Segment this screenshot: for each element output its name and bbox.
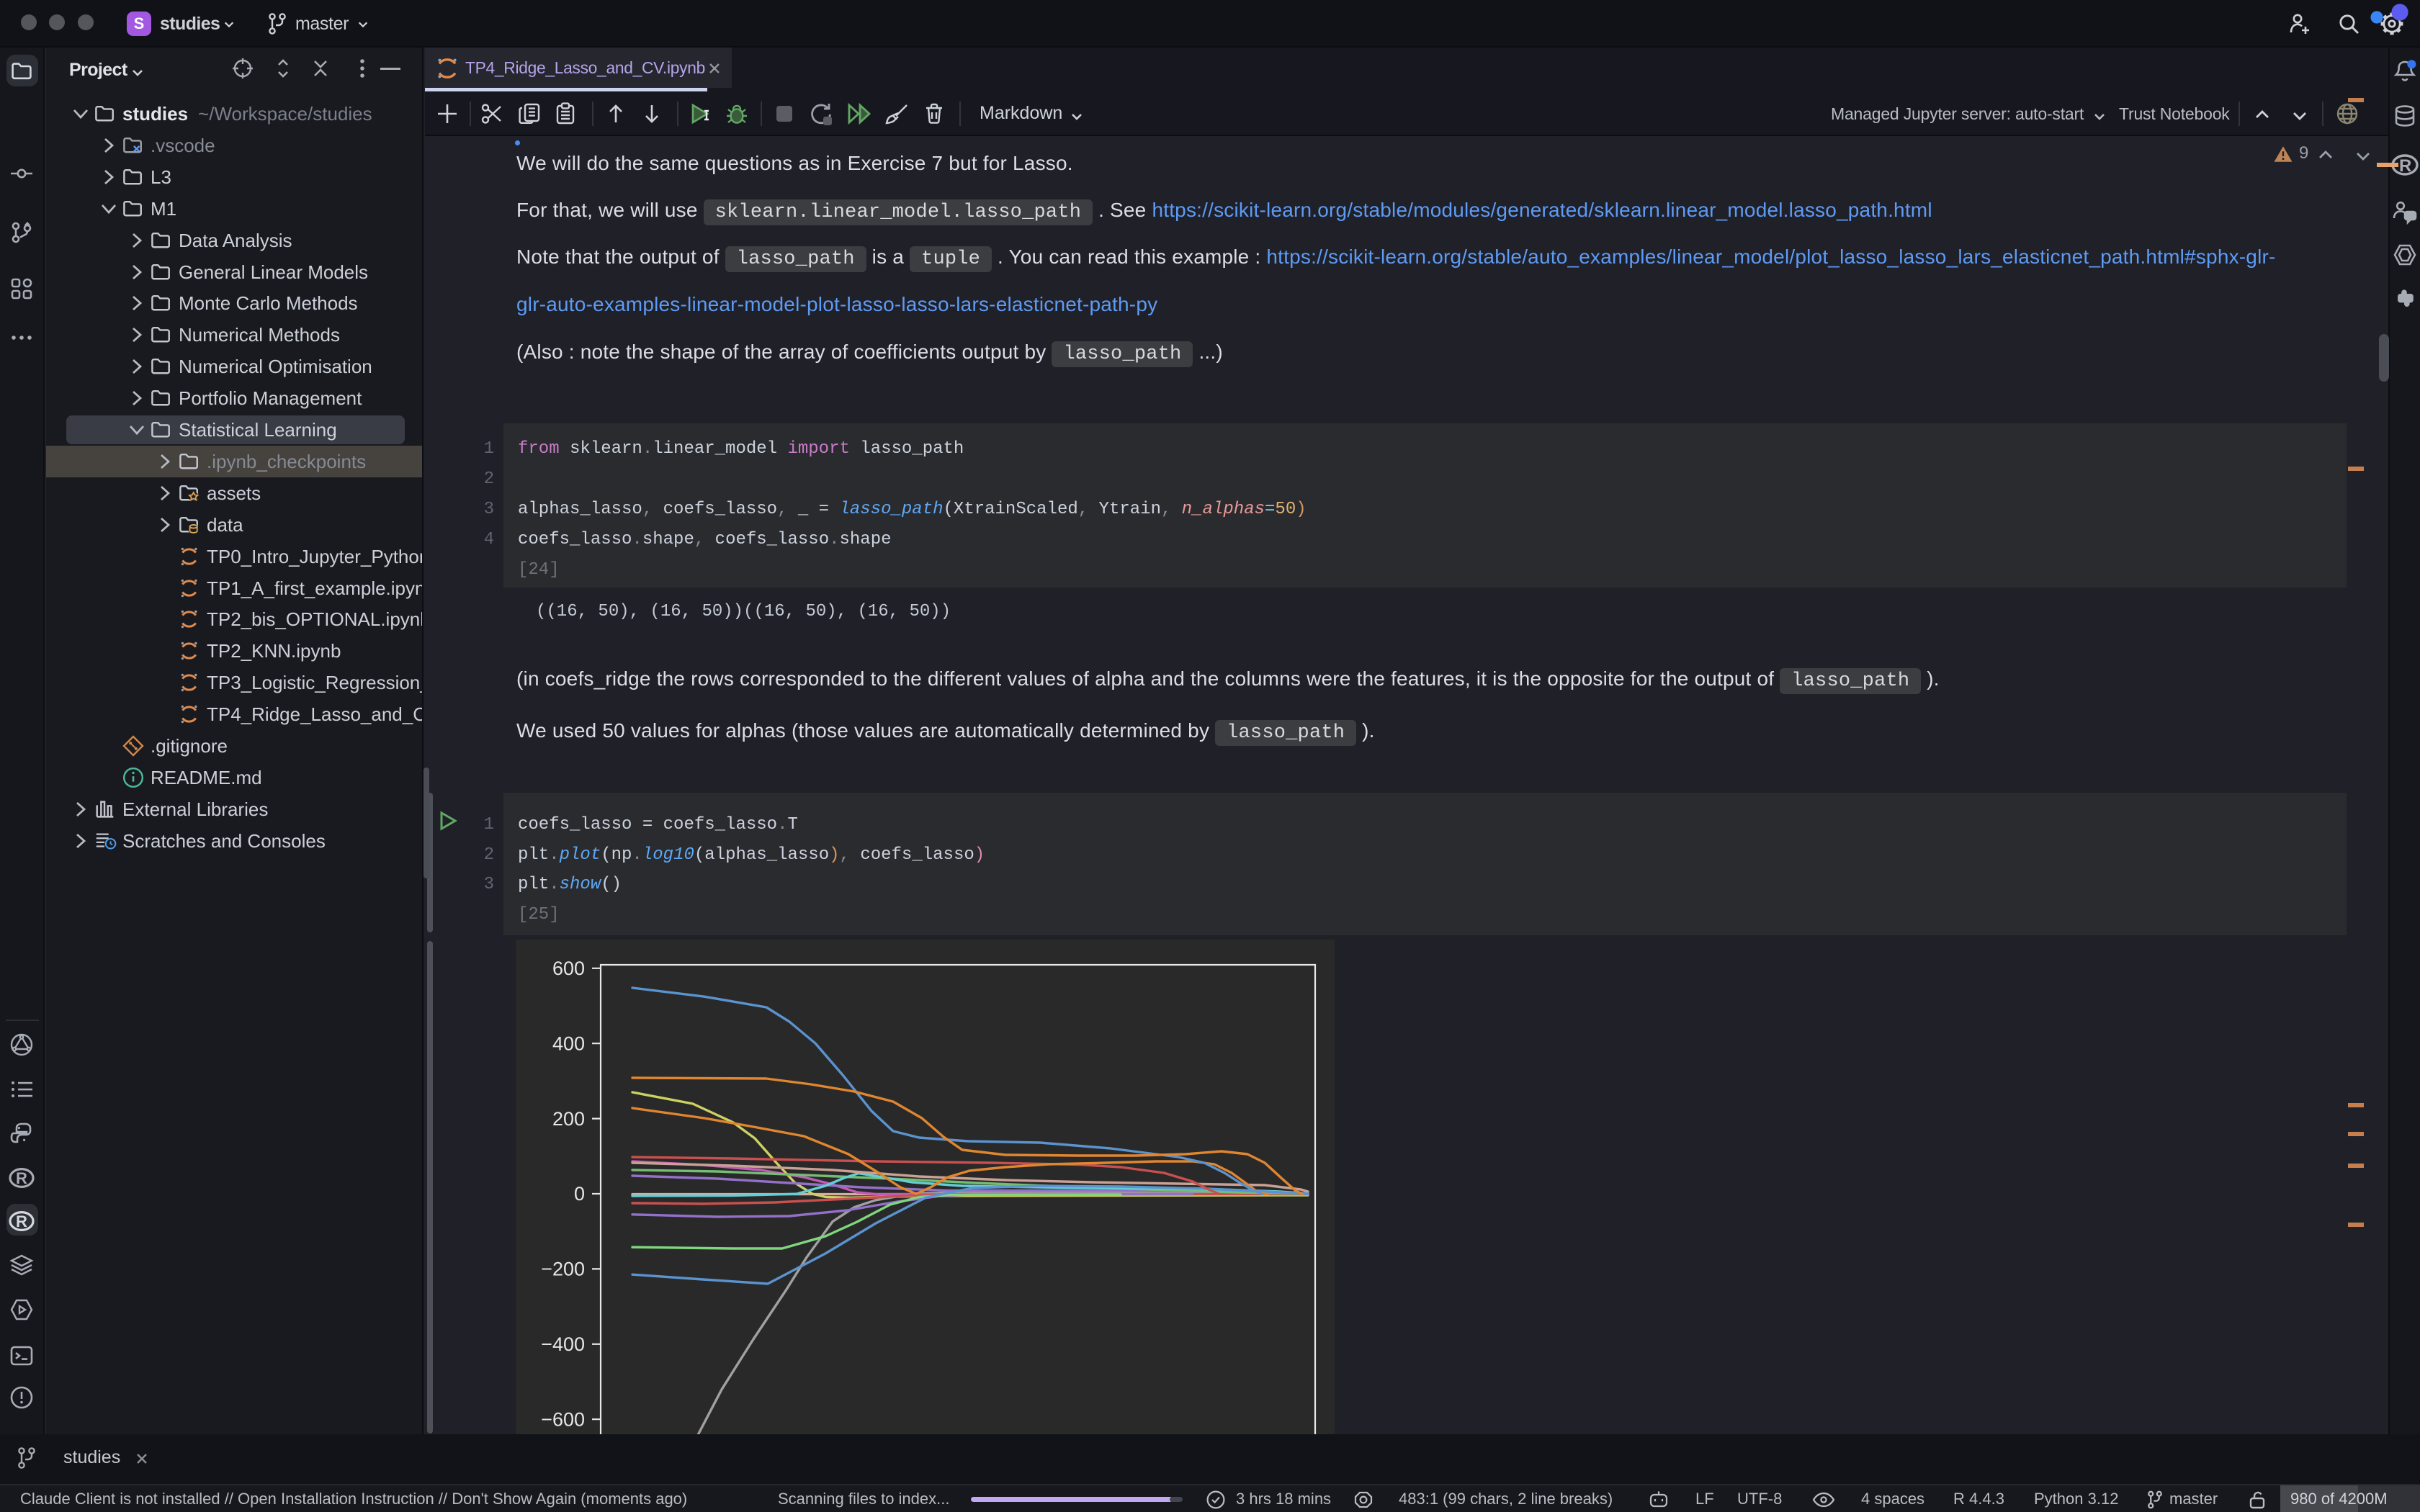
svg-text:0: 0 <box>574 1183 585 1205</box>
svg-text:−200: −200 <box>541 1259 585 1280</box>
svg-text:R: R <box>2399 156 2411 176</box>
svg-text:400: 400 <box>552 1032 585 1054</box>
svg-text:−600: −600 <box>541 1408 585 1430</box>
svg-text:200: 200 <box>552 1108 585 1130</box>
svg-text:600: 600 <box>552 958 585 979</box>
svg-text:R: R <box>16 1212 27 1230</box>
svg-text:R: R <box>16 1169 27 1187</box>
svg-text:−400: −400 <box>541 1333 585 1355</box>
